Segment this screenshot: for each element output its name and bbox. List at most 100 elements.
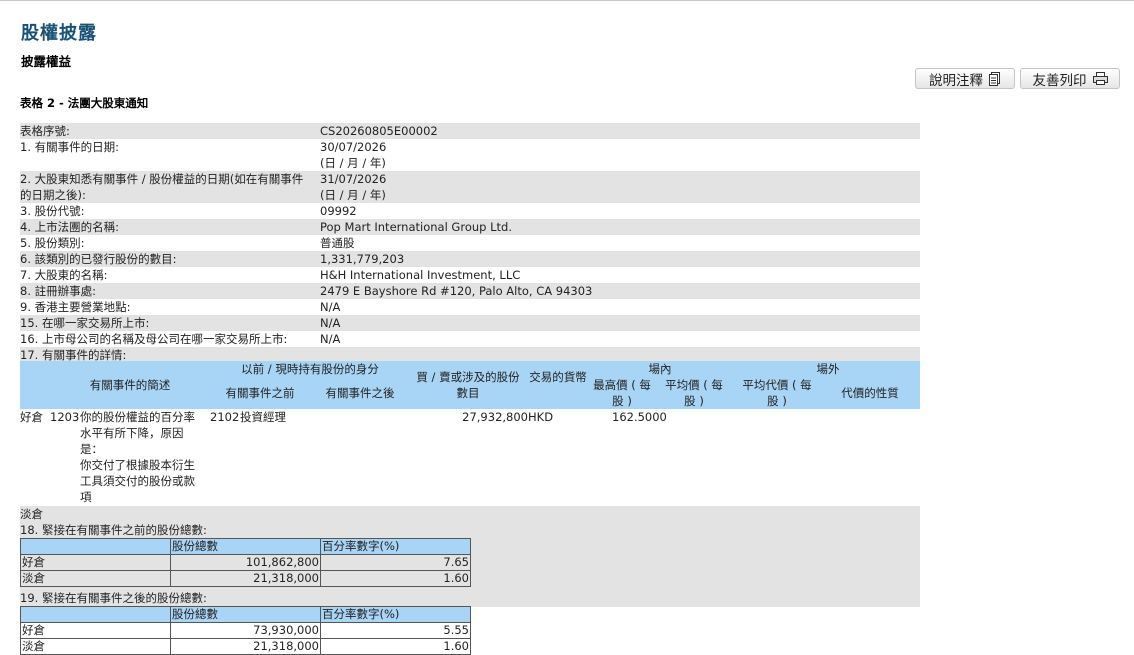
info-value: H&H International Investment, LLC — [320, 268, 521, 282]
row-shares: 21,318,000 — [170, 570, 321, 587]
desc-line: 你交付了根據股本衍生 — [80, 458, 195, 472]
table-cell — [20, 606, 171, 623]
table-header-row: 股份總數 百分率數字(%) — [20, 538, 471, 555]
details-header: 有關事件的簡述 以前 / 現時持有股份的身分 有關事件之前 有關事件之後 買 /… — [20, 361, 920, 409]
document-icon — [989, 71, 1000, 86]
info-row-issued-shares: 6. 該類別的已發行股份的數目: 1,331,779,203 — [20, 251, 920, 267]
currency: HKD — [528, 410, 554, 424]
info-value: 2479 E Bayshore Rd #120, Palo Alto, CA 9… — [320, 284, 593, 298]
info-label-cont: 的日期之後): — [20, 188, 86, 202]
print-button-label: 友善列印 — [1032, 72, 1087, 89]
info-value: N/A — [320, 316, 341, 330]
desc-line: 是： — [80, 442, 103, 456]
header-avg-price: 平均價 ( 每股 ) — [665, 378, 723, 408]
info-value: N/A — [320, 300, 341, 314]
info-row-parent: 16. 上市母公司的名稱及母公司在哪一家交易所上市: N/A — [20, 331, 920, 347]
table-row: 淡倉 21,318,000 1.60 — [20, 570, 471, 587]
position-short: 淡倉 — [20, 507, 43, 521]
info-label: 16. 上市母公司的名稱及母公司在哪一家交易所上市: — [20, 332, 288, 346]
info-row-event-date: 1. 有關事件的日期: 30/07/2026 (日 / 月 / 年) — [20, 139, 920, 171]
header-event-desc: 有關事件的簡述 — [89, 378, 171, 392]
print-button[interactable]: 友善列印 — [1020, 68, 1120, 89]
notes-button[interactable]: 說明注釋 — [915, 68, 1015, 89]
desc-line: 水平有所下降，原因 — [80, 426, 184, 440]
info-row-hk-place: 9. 香港主要營業地點: N/A — [20, 299, 920, 315]
col-shares: 股份總數 — [170, 606, 321, 623]
info-row-aware-date: 2. 大股東知悉有關事件 / 股份權益的日期(如在有關事件 的日期之後): 31/… — [20, 171, 920, 203]
page-subtitle: 披露權益 — [21, 54, 72, 69]
capacity-code: 2102 — [210, 410, 240, 424]
info-label: 2. 大股東知悉有關事件 / 股份權益的日期(如在有關事件 — [20, 172, 304, 186]
printer-icon — [1092, 72, 1108, 85]
col-percent: 百分率數字(%) — [320, 606, 471, 623]
info-row-stock-code: 3. 股份代號: 09992 — [20, 203, 920, 219]
row-percent: 1.60 — [320, 638, 471, 655]
info-value: N/A — [320, 332, 341, 346]
date-format-note: (日 / 月 / 年) — [320, 156, 386, 170]
info-label: 15. 在哪一家交易所上市: — [20, 316, 150, 330]
table-row: 淡倉 21,318,000 1.60 — [20, 638, 471, 655]
capacity-name: 投資經理 — [240, 410, 286, 424]
section-title: 表格 2 - 法團大股東通知 — [20, 96, 149, 110]
row-percent: 5.55 — [320, 622, 471, 639]
page-title: 股權披露 — [21, 23, 97, 44]
info-value: 1,331,779,203 — [320, 252, 405, 266]
info-label: 7. 大股東的名稱: — [20, 268, 108, 282]
info-label: 6. 該類別的已發行股份的數目: — [20, 252, 177, 266]
q19-table: 股份總數 百分率數字(%) 好倉 73,930,000 5.55 淡倉 21,3… — [20, 606, 471, 655]
row-type: 淡倉 — [20, 570, 171, 587]
header-before: 有關事件之前 — [225, 386, 295, 400]
info-value: CS20260805E00002 — [320, 124, 438, 138]
info-label: 8. 註冊辦事處: — [20, 284, 97, 298]
info-label: 3. 股份代號: — [20, 204, 85, 218]
table-header-row: 股份總數 百分率數字(%) — [20, 606, 471, 623]
header-on-exchange: 場內 — [648, 362, 672, 376]
desc-line: 項 — [80, 490, 92, 504]
header-after: 有關事件之後 — [325, 386, 395, 400]
info-row-exchange: 15. 在哪一家交易所上市: N/A — [20, 315, 920, 331]
info-row-holder-name: 7. 大股東的名稱: H&H International Investment,… — [20, 267, 920, 283]
info-label: 5. 股份類別: — [20, 236, 85, 250]
header-capacity: 以前 / 現時持有股份的身分 — [241, 362, 379, 376]
info-row-share-class: 5. 股份類別: 普通股 — [20, 235, 920, 251]
col-percent: 百分率數字(%) — [320, 538, 471, 555]
info-value: Pop Mart International Group Ltd. — [320, 220, 512, 234]
row-type: 好倉 — [20, 622, 171, 639]
row-type: 好倉 — [20, 554, 171, 571]
q18-table: 股份總數 百分率數字(%) 好倉 101,862,800 7.65 淡倉 21,… — [20, 538, 471, 587]
details-row: 好倉 1203 你的股份權益的百分率 水平有所下降，原因 是： 你交付了根據股本… — [20, 409, 920, 506]
event-code: 1203 — [50, 410, 80, 424]
info-row-registered-office: 8. 註冊辦事處: 2479 E Bayshore Rd #120, Palo … — [20, 283, 920, 299]
info-value: 30/07/2026 — [320, 140, 387, 154]
table-row: 好倉 73,930,000 5.55 — [20, 622, 471, 639]
row-type: 淡倉 — [20, 638, 171, 655]
header-high-price: 最高價 ( 每股 ) — [593, 378, 651, 408]
row-shares: 21,318,000 — [170, 638, 321, 655]
info-list: 表格序號: CS20260805E00002 1. 有關事件的日期: 30/07… — [20, 123, 920, 363]
row-percent: 1.60 — [320, 570, 471, 587]
info-label: 4. 上市法團的名稱: — [20, 220, 120, 234]
row-shares: 73,930,000 — [170, 622, 321, 639]
info-row-company: 4. 上市法團的名稱: Pop Mart International Group… — [20, 219, 920, 235]
date-format-note: (日 / 月 / 年) — [320, 188, 386, 202]
info-label: 1. 有關事件的日期: — [20, 140, 120, 154]
header-off-avg: 平均代價 ( 每股 ) — [742, 378, 812, 408]
table-cell — [20, 538, 171, 555]
row-shares: 101,862,800 — [170, 554, 321, 571]
top-divider — [0, 0, 1134, 1]
position-long: 好倉 — [20, 410, 43, 424]
col-shares: 股份總數 — [170, 538, 321, 555]
event-description: 你的股份權益的百分率 水平有所下降，原因 是： 你交付了根據股本衍生 工具須交付… — [80, 409, 206, 505]
info-label: 9. 香港主要營業地點: — [20, 300, 131, 314]
info-row-form-no: 表格序號: CS20260805E00002 — [20, 123, 920, 139]
q18-title: 18. 緊接在有關事件之前的股份總數: — [20, 523, 207, 537]
shares-involved: 27,932,800 — [462, 410, 528, 424]
q19-title: 19. 緊接在有關事件之後的股份總數: — [20, 591, 207, 605]
info-value: 31/07/2026 — [320, 172, 387, 186]
table-row: 好倉 101,862,800 7.65 — [20, 554, 471, 571]
desc-line: 工具須交付的股份或款 — [80, 474, 195, 488]
info-label: 表格序號: — [20, 124, 70, 138]
high-price: 162.5000 — [612, 410, 667, 424]
row-percent: 7.65 — [320, 554, 471, 571]
info-value: 09992 — [320, 204, 357, 218]
